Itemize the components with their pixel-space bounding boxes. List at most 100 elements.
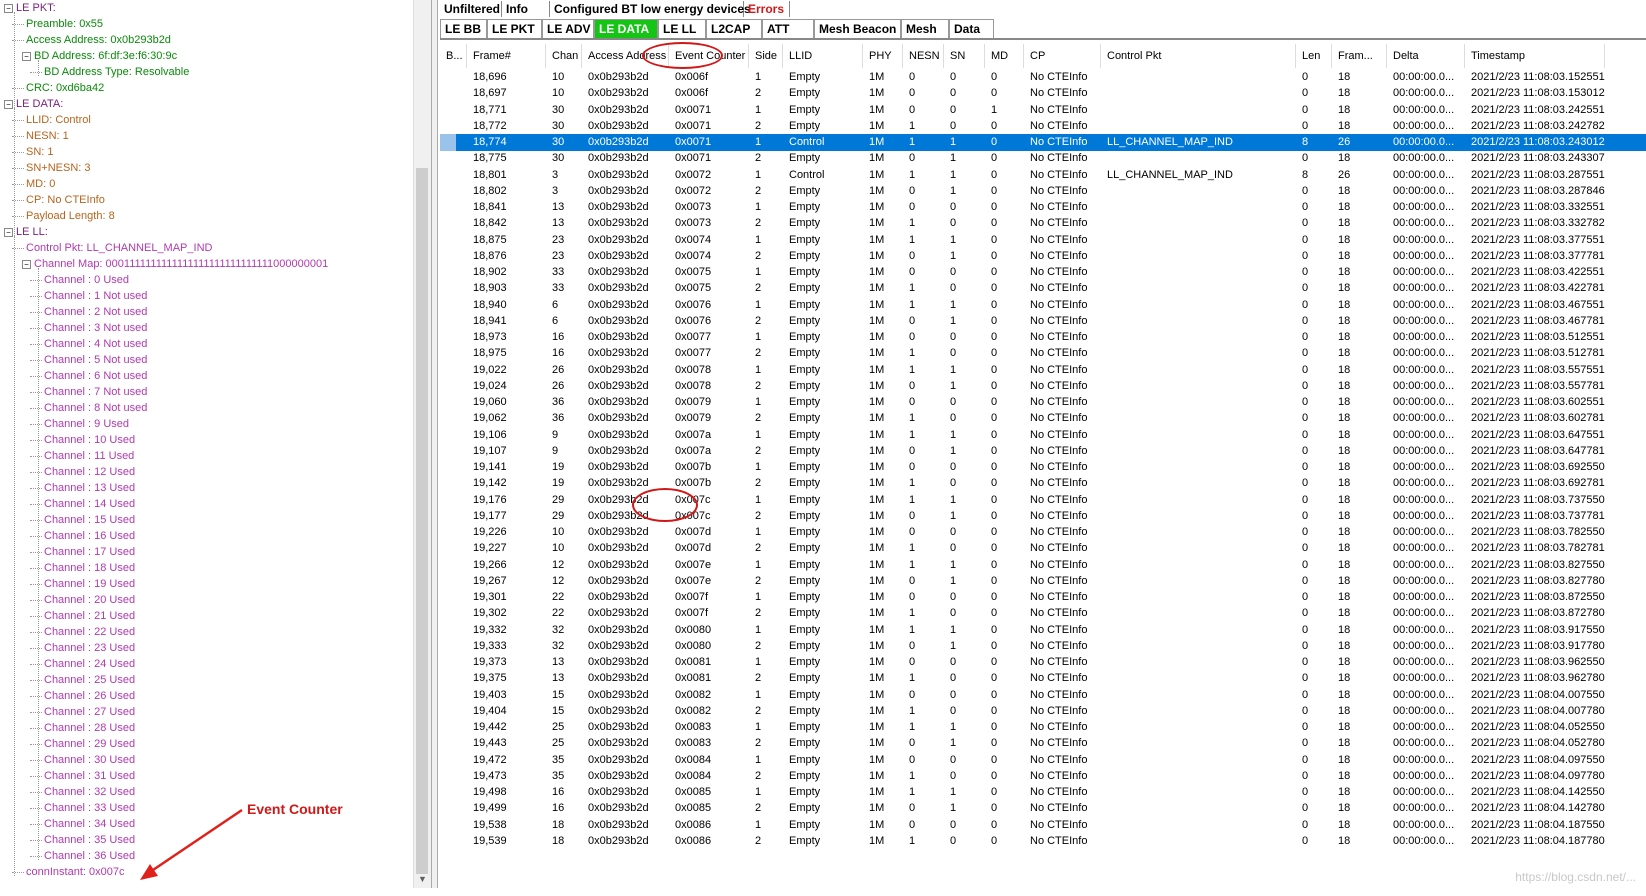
column-header[interactable]: NESN [903,44,944,68]
tree-node[interactable]: Channel : 3 Not used [44,320,147,336]
tree-node[interactable]: Channel : 20 Used [44,592,135,608]
table-row[interactable]: 18,696 10 0x0b293b2d 0x006f 1 Empty 1M 0 0 0 No CT… [440,69,1646,86]
tree-node[interactable]: Channel : 0 Used [44,272,129,288]
tree-node[interactable]: Channel : 4 Not used [44,336,147,352]
column-header[interactable]: Len [1296,44,1332,68]
tree-node[interactable]: Channel : 2 Not used [44,304,147,320]
tree-node[interactable]: Channel : 31 Used [44,768,135,784]
tree-node[interactable]: CRC: 0xd6ba42 [26,80,104,96]
tree-node[interactable]: Preamble: 0x55 [26,16,103,32]
tree-node[interactable]: Channel : 13 Used [44,480,135,496]
tree-node[interactable]: SN: 1 [26,144,54,160]
tree-node[interactable]: Channel : 21 Used [44,608,135,624]
table-row[interactable]: 19,024 26 0x0b293b2d 0x0078 2 Empty 1M 0 1 0 No CT… [440,378,1646,395]
tree-expander-icon[interactable]: − [4,228,13,237]
table-row[interactable]: 18,775 30 0x0b293b2d 0x0071 2 Empty 1M 0 1 0 No CT… [440,150,1646,167]
tree-node[interactable]: Channel : 18 Used [44,560,135,576]
tree-node[interactable]: connInstant: 0x007c [26,864,124,880]
table-row[interactable]: 19,301 22 0x0b293b2d 0x007f 1 Empty 1M 0 0 0 No CT… [440,589,1646,606]
tree-node[interactable]: Channel : 6 Not used [44,368,147,384]
table-row[interactable]: 19,472 35 0x0b293b2d 0x0084 1 Empty 1M 0 0 0 No CT… [440,752,1646,769]
tree-node[interactable]: BD Address Type: Resolvable [44,64,189,80]
table-row[interactable]: 18,802 3 0x0b293b2d 0x0072 2 Empty 1M 0 1 0 No CTE… [440,183,1646,200]
tree-node[interactable]: Access Address: 0x0b293b2d [26,32,171,48]
column-header[interactable]: Event Counter [669,44,749,68]
column-header[interactable]: Fram... [1332,44,1387,68]
table-row[interactable]: 19,473 35 0x0b293b2d 0x0084 2 Empty 1M 1 0 0 No CT… [440,768,1646,785]
column-header[interactable]: LLID [783,44,863,68]
tree-expander-icon[interactable]: − [4,4,13,13]
tab-mesh[interactable]: Mesh [901,19,949,38]
table-row[interactable]: 19,142 19 0x0b293b2d 0x007b 2 Empty 1M 1 0 0 No CT… [440,475,1646,492]
tab-data[interactable]: Data [949,19,994,38]
tree-node[interactable]: Channel : 28 Used [44,720,135,736]
tree-node[interactable]: Channel : 16 Used [44,528,135,544]
table-row[interactable]: 18,842 13 0x0b293b2d 0x0073 2 Empty 1M 1 0 0 No CT… [440,215,1646,232]
table-row[interactable]: 19,060 36 0x0b293b2d 0x0079 1 Empty 1M 0 0 0 No CT… [440,394,1646,411]
table-row[interactable]: 19,443 25 0x0b293b2d 0x0083 2 Empty 1M 0 1 0 No CT… [440,735,1646,752]
table-row[interactable]: 18,903 33 0x0b293b2d 0x0075 2 Empty 1M 1 0 0 No CT… [440,280,1646,297]
tab-le-adv[interactable]: LE ADV [542,19,594,38]
table-row[interactable]: 19,227 10 0x0b293b2d 0x007d 2 Empty 1M 1 0 0 No CT… [440,540,1646,557]
tab-l2cap[interactable]: L2CAP [706,19,762,38]
tree-node[interactable]: LE DATA: [16,96,63,112]
column-header[interactable]: MD [985,44,1024,68]
table-row[interactable]: 18,973 16 0x0b293b2d 0x0077 1 Empty 1M 0 0 0 No CT… [440,329,1646,346]
tab-att[interactable]: ATT [762,19,814,38]
tab-le-ll[interactable]: LE LL [658,19,706,38]
table-row[interactable]: 19,266 12 0x0b293b2d 0x007e 1 Empty 1M 1 1 0 No CT… [440,557,1646,574]
table-row[interactable]: 18,771 30 0x0b293b2d 0x0071 1 Empty 1M 0 0 1 No CT… [440,102,1646,119]
tree-node[interactable]: Channel : 30 Used [44,752,135,768]
table-row[interactable]: 19,106 9 0x0b293b2d 0x007a 1 Empty 1M 1 1 0 No CTE… [440,427,1646,444]
table-row-selected[interactable]: 18,774 30 0x0b293b2d 0x0071 1 Control 1M 1 1 0 No … [440,134,1646,151]
tree-node[interactable]: Channel : 24 Used [44,656,135,672]
tree-node[interactable]: Channel : 34 Used [44,816,135,832]
table-row[interactable]: 19,442 25 0x0b293b2d 0x0083 1 Empty 1M 1 1 0 No CT… [440,719,1646,736]
tree-node[interactable]: Channel : 19 Used [44,576,135,592]
tab-mesh-beacon[interactable]: Mesh Beacon [814,19,901,38]
table-row[interactable]: 19,538 18 0x0b293b2d 0x0086 1 Empty 1M 0 0 0 No CT… [440,817,1646,834]
tree-node[interactable]: Channel : 36 Used [44,848,135,864]
tree-node[interactable]: Channel : 11 Used [44,448,134,464]
tree-node[interactable]: Channel : 29 Used [44,736,135,752]
table-row[interactable]: 18,697 10 0x0b293b2d 0x006f 2 Empty 1M 0 0 0 No CT… [440,85,1646,102]
column-header[interactable]: Access Address [582,44,669,68]
tree-expander-icon[interactable]: − [4,100,13,109]
tree-node[interactable]: Channel : 25 Used [44,672,135,688]
table-row[interactable]: 19,107 9 0x0b293b2d 0x007a 2 Empty 1M 0 1 0 No CTE… [440,443,1646,460]
tree-node[interactable]: Channel : 15 Used [44,512,135,528]
tree-node[interactable]: NESN: 1 [26,128,69,144]
tab-le-pkt[interactable]: LE PKT [487,19,542,38]
column-header[interactable]: PHY [863,44,903,68]
table-row[interactable]: 19,022 26 0x0b293b2d 0x0078 1 Empty 1M 1 1 0 No CT… [440,362,1646,379]
table-row[interactable]: 18,772 30 0x0b293b2d 0x0071 2 Empty 1M 1 0 0 No CT… [440,118,1646,135]
column-header[interactable]: SN [944,44,985,68]
tree-node[interactable]: Channel : 27 Used [44,704,135,720]
tree-expander-icon[interactable]: − [22,260,31,269]
table-row[interactable]: 19,404 15 0x0b293b2d 0x0082 2 Empty 1M 1 0 0 No CT… [440,703,1646,720]
column-header[interactable]: Chan [546,44,582,68]
tree-node[interactable]: CP: No CTEInfo [26,192,105,208]
table-row[interactable]: 19,403 15 0x0b293b2d 0x0082 1 Empty 1M 0 0 0 No CT… [440,687,1646,704]
tree-node[interactable]: Payload Length: 8 [26,208,115,224]
table-row[interactable]: 19,226 10 0x0b293b2d 0x007d 1 Empty 1M 0 0 0 No CT… [440,524,1646,541]
tree-node[interactable]: LLID: Control [26,112,91,128]
tree-node[interactable]: LE LL: [16,224,48,240]
table-row[interactable]: 18,876 23 0x0b293b2d 0x0074 2 Empty 1M 0 1 0 No CT… [440,248,1646,265]
column-header[interactable]: Control Pkt [1101,44,1296,68]
table-row[interactable]: 19,373 13 0x0b293b2d 0x0081 1 Empty 1M 0 0 0 No CT… [440,654,1646,671]
tab-unfiltered[interactable]: Unfiltered [440,1,502,17]
column-header[interactable]: Frame# [467,44,546,68]
tree-node[interactable]: Channel : 32 Used [44,784,135,800]
tree-node[interactable]: Channel : 7 Not used [44,384,147,400]
table-row[interactable]: 18,875 23 0x0b293b2d 0x0074 1 Empty 1M 1 1 0 No CT… [440,232,1646,249]
tree-node[interactable]: Control Pkt: LL_CHANNEL_MAP_IND [26,240,212,256]
table-row[interactable]: 19,332 32 0x0b293b2d 0x0080 1 Empty 1M 1 1 0 No CT… [440,622,1646,639]
tree-node[interactable]: SN+NESN: 3 [26,160,91,176]
tree-node[interactable]: Channel Map: 000111111111111111111111111… [34,256,328,272]
column-header[interactable]: Timestamp [1465,44,1605,68]
tab-configured-bt-low-energy-devices[interactable]: Configured BT low energy devices [550,1,751,17]
tab-le-bb[interactable]: LE BB [440,19,487,38]
table-row[interactable]: 18,902 33 0x0b293b2d 0x0075 1 Empty 1M 0 0 0 No CT… [440,264,1646,281]
tree-node[interactable]: Channel : 33 Used [44,800,135,816]
